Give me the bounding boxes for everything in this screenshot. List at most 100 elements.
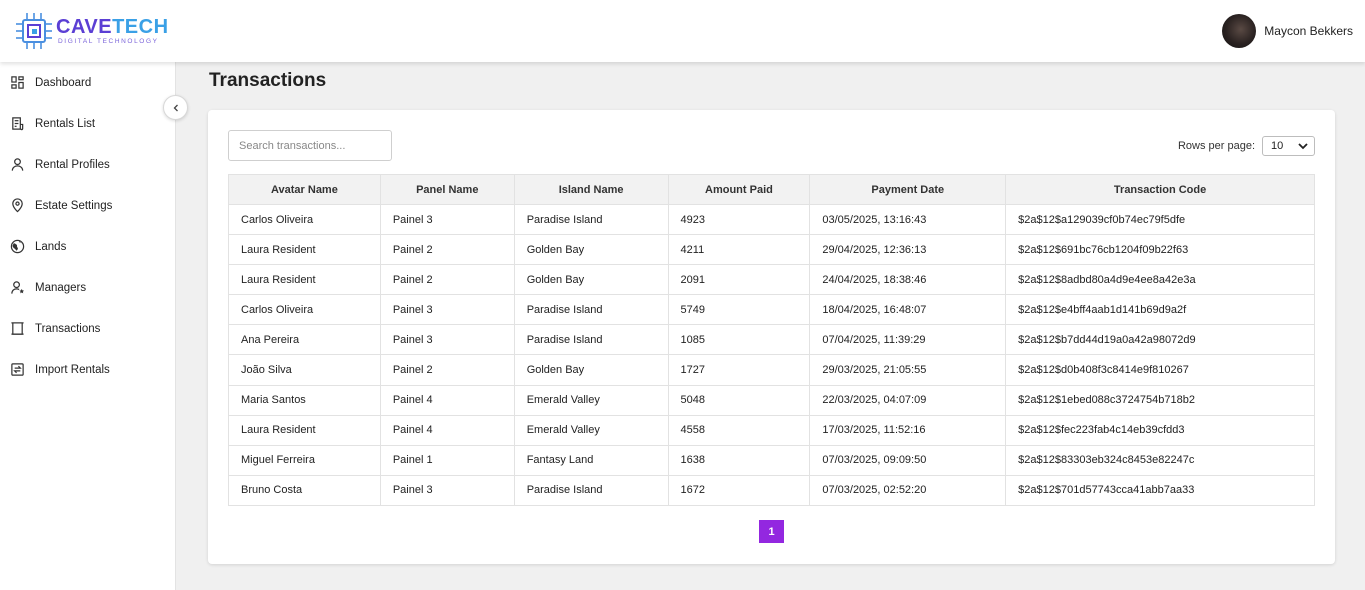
cell-transaction-code: $2a$12$701d57743cca41abb7aa33 bbox=[1005, 474, 1315, 506]
sidebar-item-import-rentals[interactable]: Import Rentals bbox=[0, 349, 175, 390]
table-row[interactable]: Laura Resident Painel 4 Emerald Valley 4… bbox=[228, 414, 1315, 446]
cell-payment-date: 18/04/2025, 16:48:07 bbox=[809, 294, 1007, 326]
rows-per-page-label: Rows per page: bbox=[1177, 140, 1255, 152]
sidebar-item-label: Rentals List bbox=[35, 117, 96, 130]
cell-panel-name: Painel 1 bbox=[379, 444, 515, 476]
avatar[interactable] bbox=[1222, 14, 1257, 48]
cell-transaction-code: $2a$12$fec223fab4c14eb39cfdd3 bbox=[1005, 414, 1315, 446]
sidebar-item-managers[interactable]: Managers bbox=[0, 267, 175, 308]
sidebar-item-lands[interactable]: Lands bbox=[0, 226, 175, 267]
cell-panel-name: Painel 4 bbox=[379, 384, 515, 416]
cell-transaction-code: $2a$12$1ebed088c3724754b718b2 bbox=[1005, 384, 1315, 416]
sidebar-item-transactions[interactable]: Transactions bbox=[0, 308, 175, 349]
receipt-icon bbox=[11, 322, 24, 335]
rows-per-page: Rows per page: 10 bbox=[1178, 136, 1315, 156]
user-icon bbox=[11, 158, 24, 171]
cell-amount-paid: 1672 bbox=[667, 474, 811, 506]
cell-payment-date: 24/04/2025, 18:38:46 bbox=[809, 264, 1007, 296]
cell-panel-name: Painel 3 bbox=[379, 294, 515, 326]
table-row[interactable]: Laura Resident Painel 2 Golden Bay 4211 … bbox=[228, 234, 1315, 266]
table-row[interactable]: Maria Santos Painel 4 Emerald Valley 504… bbox=[228, 384, 1315, 416]
cell-avatar-name: Carlos Oliveira bbox=[228, 294, 381, 326]
cell-transaction-code: $2a$12$691bc76cb1204f09b22f63 bbox=[1005, 234, 1315, 266]
column-header-island-name[interactable]: Island Name bbox=[513, 174, 669, 205]
sidebar-collapse-button[interactable] bbox=[163, 95, 188, 120]
cell-transaction-code: $2a$12$83303eb324c8453e82247c bbox=[1005, 444, 1315, 476]
cell-avatar-name: Maria Santos bbox=[228, 384, 381, 416]
sidebar-item-dashboard[interactable]: Dashboard bbox=[0, 62, 175, 103]
cell-panel-name: Painel 2 bbox=[379, 264, 515, 296]
cell-avatar-name: Laura Resident bbox=[228, 414, 381, 446]
table-row[interactable]: Carlos Oliveira Painel 3 Paradise Island… bbox=[228, 203, 1315, 236]
column-header-amount-paid[interactable]: Amount Paid bbox=[667, 174, 811, 205]
sidebar-item-rentals-list[interactable]: Rentals List bbox=[0, 103, 175, 144]
cell-amount-paid: 4211 bbox=[667, 234, 811, 266]
cell-payment-date: 03/05/2025, 13:16:43 bbox=[809, 203, 1007, 236]
cell-panel-name: Painel 4 bbox=[379, 414, 515, 446]
user-menu[interactable]: Maycon Bekkers bbox=[1222, 13, 1353, 49]
cell-amount-paid: 5749 bbox=[667, 294, 811, 326]
cell-panel-name: Painel 3 bbox=[379, 324, 515, 356]
transactions-table: Avatar Name Panel Name Island Name Amoun… bbox=[228, 174, 1315, 506]
sidebar-item-rental-profiles[interactable]: Rental Profiles bbox=[0, 144, 175, 185]
manager-icon bbox=[11, 281, 25, 294]
rows-per-page-select[interactable]: 10 bbox=[1262, 136, 1315, 156]
sidebar-item-label: Rental Profiles bbox=[35, 158, 110, 171]
cell-payment-date: 07/04/2025, 11:39:29 bbox=[809, 324, 1007, 356]
top-bar: CAVETECH DIGITAL TECHNOLOGY Maycon Bekke… bbox=[0, 0, 1365, 62]
brand-name-part1: CAVE bbox=[56, 16, 113, 38]
column-header-panel-name[interactable]: Panel Name bbox=[379, 174, 515, 205]
cell-panel-name: Painel 2 bbox=[379, 354, 515, 386]
cell-island-name: Paradise Island bbox=[513, 294, 669, 326]
cavetech-logo[interactable]: CAVETECH DIGITAL TECHNOLOGY bbox=[14, 11, 168, 51]
dashboard-icon bbox=[11, 76, 24, 89]
column-header-payment-date[interactable]: Payment Date bbox=[809, 174, 1007, 205]
sidebar-item-label: Managers bbox=[35, 281, 87, 294]
cell-payment-date: 22/03/2025, 04:07:09 bbox=[809, 384, 1007, 416]
cell-avatar-name: João Silva bbox=[228, 354, 381, 386]
table-row[interactable]: Laura Resident Painel 2 Golden Bay 2091 … bbox=[228, 264, 1315, 296]
column-header-transaction-code[interactable]: Transaction Code bbox=[1005, 174, 1315, 205]
cell-island-name: Golden Bay bbox=[513, 264, 669, 296]
column-header-avatar-name[interactable]: Avatar Name bbox=[228, 174, 381, 205]
cell-island-name: Fantasy Land bbox=[513, 444, 669, 476]
rows-per-page-value: 10 bbox=[1271, 140, 1284, 152]
cell-island-name: Paradise Island bbox=[513, 203, 669, 236]
cell-payment-date: 17/03/2025, 11:52:16 bbox=[809, 414, 1007, 446]
pagination-page-1[interactable]: 1 bbox=[759, 520, 784, 543]
chevron-left-icon bbox=[173, 104, 178, 111]
chip-icon bbox=[16, 13, 52, 49]
cell-payment-date: 07/03/2025, 09:09:50 bbox=[809, 444, 1007, 476]
sidebar-item-estate-settings[interactable]: Estate Settings bbox=[0, 185, 175, 226]
location-pin-icon bbox=[12, 198, 23, 213]
import-icon bbox=[11, 363, 24, 376]
chevron-down-icon bbox=[1298, 143, 1308, 150]
table-row[interactable]: Miguel Ferreira Painel 1 Fantasy Land 16… bbox=[228, 444, 1315, 476]
cell-panel-name: Painel 2 bbox=[379, 234, 515, 266]
cell-amount-paid: 1727 bbox=[667, 354, 811, 386]
cell-payment-date: 29/04/2025, 12:36:13 bbox=[809, 234, 1007, 266]
cell-transaction-code: $2a$12$d0b408f3c8414e9f810267 bbox=[1005, 354, 1315, 386]
table-row[interactable]: Ana Pereira Painel 3 Paradise Island 108… bbox=[228, 324, 1315, 356]
cell-panel-name: Painel 3 bbox=[379, 474, 515, 506]
table-row[interactable]: Bruno Costa Painel 3 Paradise Island 167… bbox=[228, 474, 1315, 506]
transactions-card: Rows per page: 10 Avatar Name Panel Name… bbox=[208, 110, 1335, 564]
table-row[interactable]: João Silva Painel 2 Golden Bay 1727 29/0… bbox=[228, 354, 1315, 386]
sidebar-item-label: Estate Settings bbox=[35, 199, 113, 212]
cell-island-name: Golden Bay bbox=[513, 234, 669, 266]
cell-avatar-name: Ana Pereira bbox=[228, 324, 381, 356]
list-icon bbox=[12, 117, 24, 131]
cell-amount-paid: 1085 bbox=[667, 324, 811, 356]
table-row[interactable]: Carlos Oliveira Painel 3 Paradise Island… bbox=[228, 294, 1315, 326]
cell-avatar-name: Laura Resident bbox=[228, 264, 381, 296]
cell-island-name: Paradise Island bbox=[513, 324, 669, 356]
search-input[interactable] bbox=[228, 130, 392, 161]
brand-tagline: DIGITAL TECHNOLOGY bbox=[58, 38, 159, 45]
cell-amount-paid: 4558 bbox=[667, 414, 811, 446]
cell-transaction-code: $2a$12$a129039cf0b74ec79f5dfe bbox=[1005, 203, 1315, 236]
sidebar-item-label: Transactions bbox=[35, 322, 101, 335]
globe-icon bbox=[10, 239, 25, 254]
cell-island-name: Emerald Valley bbox=[513, 384, 669, 416]
cell-amount-paid: 4923 bbox=[667, 203, 811, 236]
sidebar-item-label: Import Rentals bbox=[35, 363, 110, 376]
